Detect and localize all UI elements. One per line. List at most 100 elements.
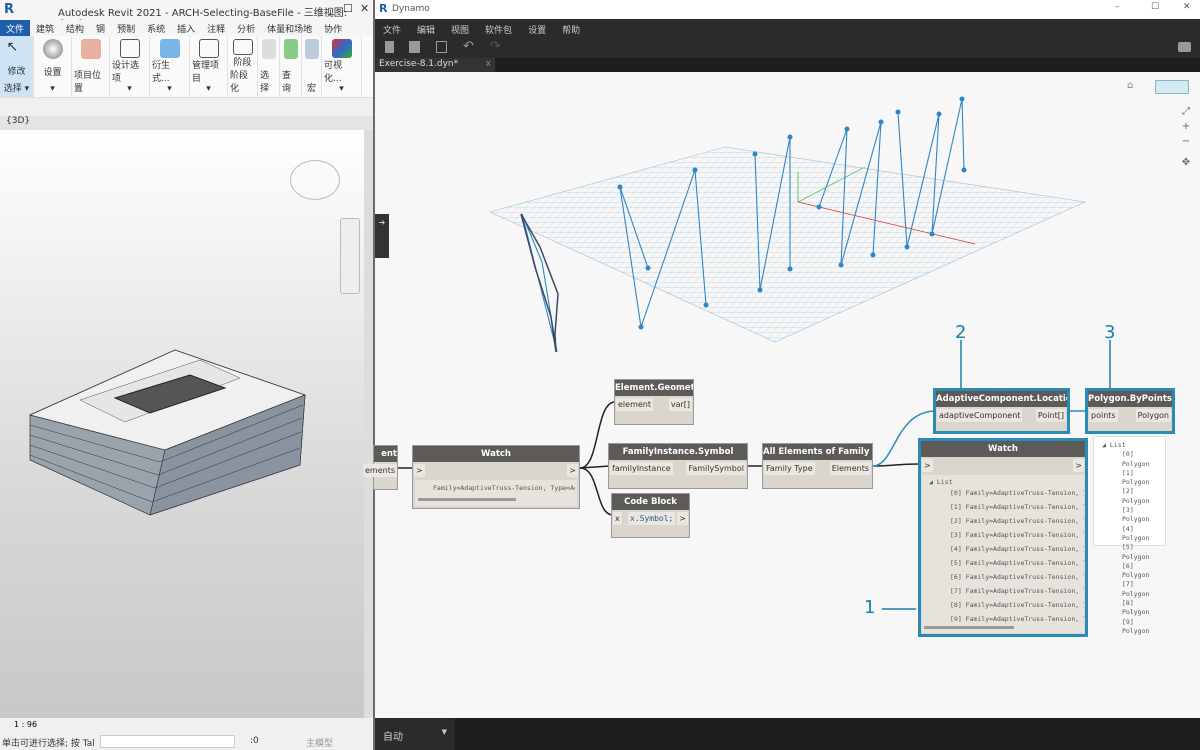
node-element-geometry[interactable]: Element.Geometry element var[] [614, 379, 694, 425]
minimize-button[interactable]: _ [328, 2, 334, 15]
polygon-preview-bubble: ◢ List [0] Polygon [1] Polygon [2] Polygon… [1093, 436, 1166, 635]
visualize-button[interactable]: 可视化... ▾ [322, 36, 362, 97]
generative-design-button[interactable]: 衍生式... ▾ [150, 36, 190, 97]
location-group[interactable]: 项目位置 [72, 36, 110, 97]
graph-canvas[interactable]: 2 3 1 ⌂ ⤢ + − ✥ ➔ ent ements Watch > > Fami… [362, 72, 1200, 718]
library-toggle[interactable]: ➔ [375, 214, 389, 258]
inquiry-group[interactable]: 查询 [280, 36, 302, 97]
horizontal-scrollbar[interactable] [418, 498, 516, 501]
menu-packages[interactable]: 软件包 [477, 19, 520, 37]
undo-icon[interactable]: ↶ [463, 39, 474, 54]
node-watch-1[interactable]: Watch > > Family=AdaptiveTruss-Tension, … [412, 445, 580, 509]
design-options-button[interactable]: 设计选项 ▾ [110, 36, 150, 97]
phases-button[interactable]: 阶段 阶段化 [228, 36, 258, 97]
camera-icon[interactable] [1178, 42, 1191, 52]
close-button[interactable]: ✕ [360, 2, 369, 15]
open-file-icon[interactable] [409, 41, 420, 53]
tab-file[interactable]: 文件 [0, 20, 31, 36]
node-polygon-bypoints[interactable]: Polygon.ByPoints points Polygon [1085, 388, 1175, 434]
maximize-button[interactable]: ☐ [343, 2, 353, 15]
input-port[interactable]: > [414, 464, 425, 477]
zoom-out-icon[interactable]: − [1179, 134, 1193, 149]
tab-insert[interactable]: 插入 [171, 20, 201, 36]
viewcube-icon[interactable] [290, 160, 340, 200]
node-partial[interactable]: ent ements [362, 445, 398, 490]
footer: 阶段化 [230, 71, 249, 94]
modify-button[interactable]: ↖ 修改 选择 ▾ [0, 36, 34, 97]
3d-viewport[interactable] [0, 130, 364, 718]
menu-file[interactable]: 文件 [375, 19, 409, 37]
annotation-3: 3 [1104, 322, 1116, 343]
node-code-block[interactable]: Code Block x x.Symbol; > [611, 493, 690, 538]
tab-architecture[interactable]: 建筑 [30, 20, 60, 36]
view-tab[interactable]: {3D} [0, 116, 373, 130]
list-item: [0] Polygon [1122, 450, 1150, 468]
maximize-button[interactable]: ☐ [1151, 2, 1159, 12]
zoom-controls[interactable]: ⤢ + − ✥ [1179, 104, 1193, 170]
tab-massing[interactable]: 体量和场地 [261, 20, 318, 36]
output-port[interactable]: ements [362, 464, 397, 477]
node-familyinstance-symbol[interactable]: FamilyInstance.Symbol familyInstance Fam… [608, 443, 748, 489]
output-port[interactable]: var[] [668, 398, 692, 411]
node-watch-2[interactable]: Watch > > ◢ List [0] Family=AdaptiveTrus… [918, 438, 1088, 637]
tab-exercise[interactable]: Exercise-8.1.dyn* x [375, 58, 495, 72]
input-port[interactable]: element [616, 398, 653, 411]
pan-icon[interactable]: ✥ [1179, 155, 1193, 170]
horizontal-scrollbar[interactable] [924, 626, 1014, 629]
footer: 项目位置 [74, 71, 102, 94]
chevron-down-icon: ▼ [441, 728, 447, 736]
navigation-bar[interactable] [340, 218, 360, 294]
input-port[interactable]: familyInstance [610, 462, 673, 475]
scale-label[interactable]: 1 : 96 [14, 720, 37, 729]
input-port[interactable]: points [1089, 409, 1118, 422]
minimize-button[interactable]: – [1115, 2, 1120, 12]
output-port[interactable]: > [677, 512, 688, 525]
new-file-icon[interactable] [385, 41, 394, 53]
menu-edit[interactable]: 编辑 [409, 19, 443, 37]
selection-group[interactable]: 选择 [258, 36, 280, 97]
close-button[interactable]: ✕ [1183, 2, 1191, 12]
tab-steel[interactable]: 钢 [90, 20, 111, 36]
input-port[interactable]: adaptiveComponent [937, 409, 1023, 422]
macros-group[interactable]: 宏 [302, 36, 322, 97]
tab-systems[interactable]: 系统 [141, 20, 171, 36]
graph-view-toggle[interactable] [1155, 80, 1189, 94]
label: 修改 [7, 66, 26, 77]
menu-help[interactable]: 帮助 [554, 19, 588, 37]
tab-precast[interactable]: 预制 [111, 20, 141, 36]
tab-collaborate[interactable]: 协作 [318, 20, 348, 36]
code-input[interactable]: x.Symbol; [628, 512, 676, 525]
input-port[interactable]: Family Type [764, 462, 815, 475]
list-item: [5] Family=AdaptiveTruss-Tension, Ty [950, 559, 1084, 567]
model-dropdown[interactable]: 主模型 [306, 736, 333, 749]
workset-dropdown[interactable] [100, 735, 235, 748]
node-all-elements-of-family-type[interactable]: All Elements of Family Type Family Type … [762, 443, 873, 489]
settings-button[interactable]: 设置 ▾ [34, 36, 72, 97]
menu-view[interactable]: 视图 [443, 19, 477, 37]
geometry-view-toggle[interactable]: ⌂ [1127, 80, 1149, 94]
tab-structure[interactable]: 结构 [60, 20, 90, 36]
zoom-in-icon[interactable]: + [1179, 119, 1193, 134]
node-adaptivecomponent-locations[interactable]: AdaptiveComponent.Locations adaptiveComp… [933, 388, 1070, 434]
redo-icon[interactable]: ↷ [490, 39, 501, 54]
input-port[interactable]: x [613, 512, 622, 525]
zoom-fit-icon[interactable]: ⤢ [1179, 104, 1193, 119]
menu-settings[interactable]: 设置 [520, 19, 554, 37]
tab-annotate[interactable]: 注释 [201, 20, 231, 36]
run-mode-dropdown[interactable]: 自动 ▼ [375, 718, 455, 750]
list-item: [7] Family=AdaptiveTruss-Tension, Ty [950, 587, 1084, 595]
close-tab-icon[interactable]: x [486, 59, 491, 69]
tab-analyze[interactable]: 分析 [231, 20, 261, 36]
vertical-scrollbar[interactable] [364, 130, 373, 718]
filter-count: :0 [250, 736, 259, 746]
save-icon[interactable] [436, 41, 447, 53]
list-item: [9] Family=AdaptiveTruss-Tension, Ty [950, 615, 1084, 623]
output-port[interactable]: > [1073, 459, 1084, 472]
input-port[interactable]: > [922, 459, 933, 472]
output-port[interactable]: Point[] [1035, 409, 1066, 422]
manage-project-button[interactable]: 管理项目 ▾ [190, 36, 228, 97]
output-port[interactable]: Elements [829, 462, 871, 475]
output-port[interactable]: FamilySymbol [686, 462, 746, 475]
output-port[interactable]: Polygon [1135, 409, 1171, 422]
output-port[interactable]: > [567, 464, 578, 477]
